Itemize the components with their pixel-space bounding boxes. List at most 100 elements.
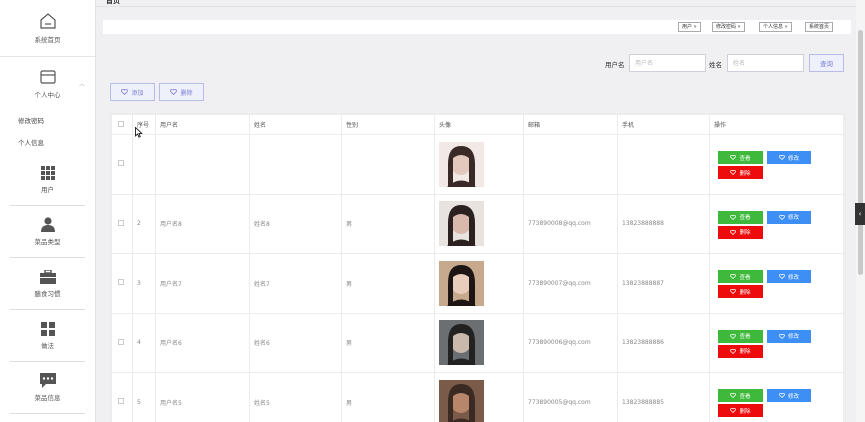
view-button-label: 查看 [739, 334, 751, 340]
nav-home[interactable]: 系统首页 [0, 0, 95, 57]
edit-button[interactable]: 修改 [767, 210, 811, 224]
home-icon [39, 13, 56, 29]
view-button[interactable]: 查看 [718, 329, 763, 343]
toolbar-change-password-button[interactable]: 修改密码 » [712, 22, 745, 32]
edit-button[interactable]: 修改 [767, 270, 811, 283]
nav-change-password[interactable]: 修改密码 [0, 110, 95, 132]
row-username: 用户名7 [155, 253, 250, 314]
nav-users[interactable]: 用户 [10, 154, 85, 206]
view-button[interactable]: 查看 [718, 270, 763, 283]
edit-button-label: 修改 [787, 274, 799, 281]
briefcase-icon [39, 269, 56, 284]
view-button-label: 查看 [739, 274, 751, 281]
heart-icon [121, 89, 129, 95]
row-email: 773890005@qq.com [523, 372, 618, 422]
view-button-label: 查看 [739, 393, 751, 400]
row-name [249, 134, 342, 195]
nav-dish-info[interactable]: 菜品信息 [10, 362, 85, 414]
add-button[interactable]: 添加 [110, 83, 155, 101]
row-select-cell[interactable] [111, 372, 133, 422]
chevron-left-icon[interactable]: ‹ [855, 203, 865, 225]
delete-button[interactable]: 删除 [718, 344, 763, 358]
scrollbar-thumb[interactable] [858, 30, 863, 275]
row-avatar-cell [434, 134, 524, 195]
header-name: 姓名 [249, 114, 342, 135]
select-all-cell[interactable] [111, 114, 133, 135]
row-email [523, 134, 618, 195]
chat-icon [39, 373, 56, 388]
row-name: 姓名7 [249, 253, 342, 314]
view-button-label: 查看 [739, 155, 751, 162]
view-button[interactable]: 查看 [718, 210, 763, 224]
row-name: 姓名8 [249, 193, 342, 254]
row-checkbox[interactable] [118, 160, 124, 167]
row-checkbox[interactable] [118, 398, 124, 405]
bulk-delete-button[interactable]: 删除 [159, 83, 204, 101]
row-actions-cell: 查看 修改 删除 [709, 134, 846, 195]
delete-button[interactable]: 删除 [718, 225, 763, 239]
delete-button-label: 删除 [739, 408, 751, 415]
nav-dish-type[interactable]: 菜品类型 [10, 206, 85, 258]
nav-personal-info[interactable]: 个人信息 [0, 132, 95, 154]
row-gender [341, 134, 435, 195]
row-phone: 13823888885 [617, 372, 710, 422]
row-phone: 13823888886 [617, 312, 710, 373]
toolbar-users-button[interactable]: 用户 » [678, 22, 701, 32]
nav-eating-habits[interactable]: 膳食习惯 [10, 258, 85, 310]
avatar [439, 320, 484, 366]
row-username [155, 134, 250, 195]
header-avatar: 头像 [434, 114, 524, 135]
search-button[interactable]: 查询 [809, 54, 844, 72]
nav-dish-info-label: 菜品信息 [34, 394, 61, 402]
delete-button[interactable]: 删除 [718, 166, 763, 179]
edit-button[interactable]: 修改 [767, 329, 811, 343]
username-search-input[interactable] [629, 54, 706, 72]
nav-cooking-method-label: 做法 [41, 341, 54, 350]
quick-nav-toolbar: 用户 » 修改密码 » 个人信息 » 系统首页 [103, 20, 851, 34]
select-all-checkbox[interactable] [118, 120, 124, 127]
row-gender: 男 [341, 372, 435, 422]
delete-button[interactable]: 删除 [718, 285, 763, 298]
nav-cooking-method[interactable]: 做法 [10, 310, 85, 362]
heart-icon [730, 155, 737, 160]
view-button[interactable]: 查看 [718, 151, 763, 164]
view-button[interactable]: 查看 [718, 389, 763, 402]
user-icon [40, 217, 55, 232]
delete-button[interactable]: 删除 [718, 404, 763, 417]
mouse-cursor-icon [135, 127, 143, 138]
row-index: 5 [132, 372, 156, 422]
row-select-cell[interactable] [111, 193, 133, 254]
row-checkbox[interactable] [118, 279, 124, 286]
row-gender: 男 [341, 253, 435, 314]
heart-icon [779, 155, 785, 160]
table-row: 2 用户名8 姓名8 男 773890008@qq.com 13823888888 查看 修改… [111, 193, 846, 254]
edit-button[interactable]: 修改 [767, 151, 811, 164]
row-select-cell[interactable] [111, 312, 133, 373]
row-checkbox[interactable] [118, 338, 124, 345]
avatar [439, 201, 484, 247]
heart-icon [170, 89, 178, 95]
avatar [439, 141, 484, 187]
heart-icon [730, 333, 737, 339]
name-search-input[interactable] [727, 54, 804, 72]
row-actions-cell: 查看 修改删除 [709, 253, 846, 314]
heart-icon [730, 393, 737, 398]
heart-icon [730, 289, 737, 294]
table-row: 4 用户名6 姓名6 男 773890006@qq.com 13823888886 查看 修改… [111, 312, 846, 373]
row-select-cell[interactable] [111, 253, 133, 314]
row-index: 4 [132, 312, 156, 373]
toolbar-home-button[interactable]: 系统首页 [805, 22, 834, 32]
heart-icon [730, 348, 737, 354]
sidebar: 系统首页 个人中心 ︿ 修改密码 个人信息 用户 菜品类型 膳食习惯 做法 菜品… [0, 0, 96, 422]
wallet-icon [39, 69, 56, 84]
row-gender: 男 [341, 312, 435, 373]
edit-button[interactable]: 修改 [767, 389, 811, 402]
view-button-label: 查看 [739, 215, 751, 221]
row-checkbox[interactable] [118, 219, 124, 226]
row-select-cell[interactable] [111, 134, 133, 195]
toolbar-personal-info-button[interactable]: 个人信息 » [759, 22, 792, 32]
breadcrumb-current[interactable]: 首页 [106, 0, 120, 6]
nav-personal-center[interactable]: 个人中心 ︿ [0, 57, 95, 110]
nav-users-label: 用户 [41, 185, 54, 194]
delete-button-label: 删除 [739, 349, 751, 355]
